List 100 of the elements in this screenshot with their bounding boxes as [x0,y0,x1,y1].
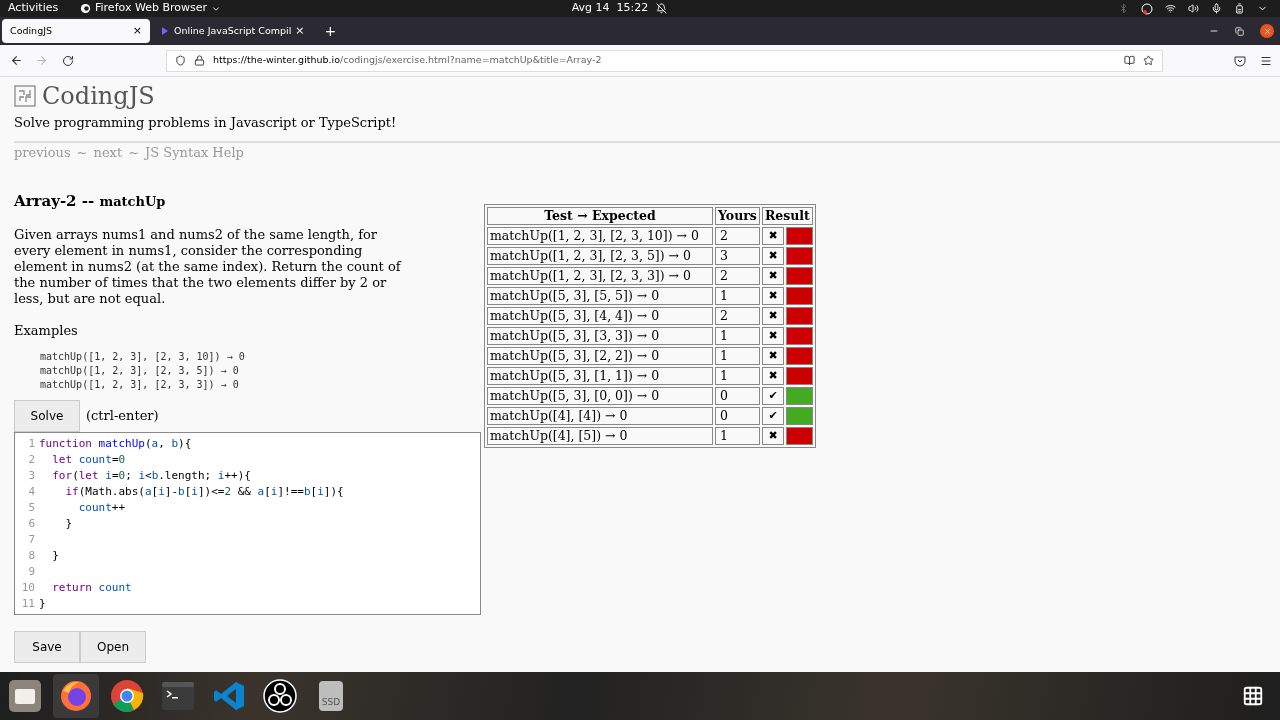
examples-label: Examples [14,321,79,340]
code-line: function matchUp(a, b){ [39,436,192,452]
code-line: for(let i=0; i<b.length; i++){ [51,468,251,484]
table-cell: 2 [715,227,760,245]
pocket-icon[interactable] [1234,54,1246,67]
reader-icon[interactable] [1124,55,1135,66]
result-mark: ✔ [761,407,785,425]
table-cell: matchUp([5, 3], [1, 1]) → 0 [487,367,713,385]
folder-icon[interactable] [8,679,42,713]
app-grid-icon[interactable] [1242,685,1264,707]
solve-button[interactable]: Solve [14,400,80,432]
dock-item[interactable] [53,674,99,718]
result-mark: ✖ [761,227,785,245]
toolbar-button[interactable]: Open [80,631,146,663]
example-line: matchUp([1, 2, 3], [2, 3, 5]) → 0 [40,364,240,378]
table-cell: 2 [715,267,760,285]
dock-item[interactable]: SSD [308,674,354,718]
close-window-button[interactable] [1260,24,1274,38]
line-number: 5 [27,500,36,516]
code-editor-icon[interactable] [213,680,245,712]
description: Given arrays nums1 and nums2 of the same length, for every element in nums1, consider the corresponding element in nums2 (at the same index). Return the count of the number of times that the two elements differ by 2 or less, but are not equal. [14,226,403,307]
close-tab-button[interactable]: × [132,22,142,40]
code-line: } [51,548,59,564]
site-title: CodingJS [42,81,155,111]
tab-title: CodingJS [10,23,53,38]
result-mark: ✖ [761,247,785,265]
line-number: 3 [27,468,36,484]
restore-icon[interactable] [1235,26,1244,36]
browser-icon[interactable] [59,679,93,713]
new-tab-button[interactable]: + [324,20,337,42]
reload-icon[interactable] [62,54,74,67]
table-cell: matchUp([4], [5]) → 0 [487,427,713,445]
app-menu[interactable]: Firefox Web Browser [95,0,207,17]
example-line: matchUp([1, 2, 3], [2, 3, 10]) → 0 [40,350,246,364]
activities-button[interactable]: Activities [8,0,68,17]
line-number: 7 [27,532,36,548]
exercise-heading: Array-2 -- matchUp [14,191,167,212]
tab-title: Online JavaScript Compil [174,23,292,38]
chrome-icon[interactable] [110,679,144,713]
line-number: 8 [27,548,36,564]
table-cell: matchUp([4], [4]) → 0 [487,407,713,425]
result-mark: ✖ [761,287,785,305]
table-cell: 1 [715,347,760,365]
example-line: matchUp([1, 2, 3], [2, 3, 3]) → 0 [40,378,240,392]
toolbar-button[interactable]: Save [14,631,80,663]
table-cell: 1 [715,427,760,445]
code-line: return count [51,580,132,596]
drive-icon[interactable]: SSD [319,681,343,711]
result-mark: ✖ [761,367,785,385]
recorder-icon[interactable] [263,679,297,713]
terminal-icon[interactable] [161,681,195,711]
shield-icon [175,55,186,66]
table-cell: 1 [715,287,760,305]
table-cell: matchUp([1, 2, 3], [2, 3, 5]) → 0 [487,247,713,265]
lock-icon [194,55,205,66]
microphone-icon[interactable] [1211,3,1222,14]
column-header: Result [761,207,813,225]
table-cell: matchUp([5, 3], [3, 3]) → 0 [487,327,713,345]
table-cell: matchUp([5, 3], [0, 0]) → 0 [487,387,713,405]
table-cell: 2 [715,307,760,325]
line-number: 10 [20,580,36,596]
close-icon [1262,26,1272,36]
code-line: let count=0 [51,452,126,468]
back-icon[interactable] [10,54,23,67]
result-mark: ✖ [761,347,785,365]
result-mark: ✖ [761,327,785,345]
table-cell: 0 [715,387,760,405]
bookmark-icon[interactable] [1143,55,1154,66]
battery-icon[interactable] [1234,3,1245,14]
code-line: count++ [77,500,126,516]
bluetooth-icon[interactable] [1118,3,1129,14]
table-cell: matchUp([5, 3], [2, 2]) → 0 [487,347,713,365]
line-number: 6 [27,516,36,532]
logo-icon [14,85,36,107]
line-number: 1 [27,436,36,452]
bell-off-icon [656,3,668,14]
table-cell: 3 [715,247,760,265]
result-mark: ✖ [761,307,785,325]
separator: ~ [76,143,88,162]
browser-tab[interactable]: Online JavaScript Compil × [152,19,313,43]
column-header: Test → Expected [487,207,713,225]
close-tab-button[interactable]: × [295,22,305,40]
line-number: 11 [20,596,36,612]
wifi-icon[interactable] [1165,3,1176,14]
table-cell: matchUp([1, 2, 3], [2, 3, 10]) → 0 [487,227,713,245]
result-mark: ✔ [761,387,785,405]
line-number: 9 [27,564,36,580]
code-line: if(Math.abs(a[i]-b[i])<=2 && a[i]!==b[i]){ [64,484,344,500]
table-cell: 0 [715,407,760,425]
volume-icon[interactable] [1188,3,1199,14]
clock[interactable]: Avg 14 15:22 [571,0,649,17]
result-mark: ✖ [761,267,785,285]
code-editor[interactable]: 1 function matchUp(a, b){ 2 let count=0 3 for(let i=0; i<b.length; i++){ 4 if(Math.abs(a[i]-b[i])<=2 && a[i]!==b[i]){ 5 count++ 6 } 7 8 } 9 10 return count 11 } [14,432,481,615]
column-header: Yours [715,207,760,225]
site-icon [160,26,170,36]
table-cell: matchUp([5, 3], [5, 5]) → 0 [487,287,713,305]
browser-tab[interactable]: CodingJS × [2,19,150,43]
menu-icon[interactable] [1260,54,1272,67]
browser-icon [80,3,91,14]
address-bar[interactable]: https://the-winter.github.io/codingjs/exercise.html?name=matchUp&title=Array-2 [166,49,1163,72]
